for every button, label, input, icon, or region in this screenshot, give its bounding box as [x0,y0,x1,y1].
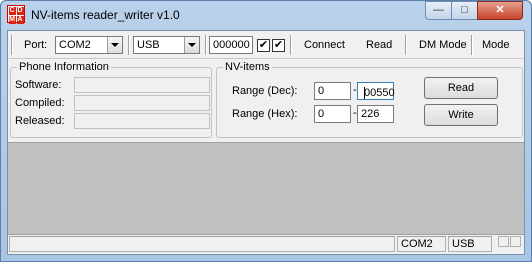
client-area: Port: COM2 USB 000000 ✔ ✔ Connect Read D… [7,30,525,255]
window-title: NV-items reader_writer v1.0 [31,8,180,22]
released-field [74,113,210,129]
port-select[interactable]: COM2 [55,36,123,54]
app-icon-letter: M [8,15,16,24]
output-panel [8,142,524,235]
minimize-icon: — [433,4,444,16]
write-button[interactable]: Write [424,104,498,126]
range-dec-to-text: 00550 [364,87,395,99]
app-icon-letter: A [16,15,24,24]
nv-items-group: NV-items Range (Dec): 0 - 00550 Range (H… [216,61,523,138]
compiled-field [74,95,210,111]
range-dec-to-input[interactable]: 00550 [357,82,395,100]
code-input[interactable]: 000000 [209,36,253,54]
status-port-pane: COM2 [397,236,446,252]
maximize-icon: □ [461,4,468,16]
toolbar-separator [128,35,130,55]
status-mode: USB [452,238,475,250]
dm-mode-button[interactable]: DM Mode [419,39,467,51]
chevron-down-icon[interactable] [107,37,122,53]
status-message-pane [9,236,395,252]
range-dec-label: Range (Dec): [232,85,298,97]
title-bar[interactable]: C D M A NV-items reader_writer v1.0 — □ … [1,1,531,30]
option-checkbox-1[interactable]: ✔ [257,39,270,52]
option-checkbox-2[interactable]: ✔ [272,39,285,52]
range-dec-from-value: 0 [318,85,325,97]
toolbar-separator [290,35,292,55]
software-label: Software: [15,79,62,91]
close-icon: ✕ [495,4,505,16]
toolbar-separator [11,35,13,55]
range-hex-label: Range (Hex): [232,108,298,120]
range-hex-to-value: 226 [361,108,380,120]
status-bar: COM2 USB [8,234,524,254]
app-window: C D M A NV-items reader_writer v1.0 — □ … [0,0,532,262]
toolbar-separator [471,35,473,55]
code-input-value: 000000 [213,39,250,51]
chevron-down-icon[interactable] [184,37,199,53]
status-indicator [498,236,509,247]
range-hex-from-value: 0 [318,108,325,120]
app-icon-letter: C [8,6,16,15]
connect-button[interactable]: Connect [304,39,345,51]
toolbar-separator [405,35,407,55]
nv-items-title: NV-items [223,61,272,73]
software-field [74,77,210,93]
check-icon: ✔ [273,39,284,51]
status-mode-pane: USB [448,236,492,252]
maximize-button[interactable]: □ [451,1,478,20]
released-label: Released: [15,115,65,127]
phone-information-group: Phone Information Software: Compiled: Re… [10,61,212,138]
status-indicator [510,236,521,247]
minimize-button[interactable]: — [425,1,452,20]
port-select-value: COM2 [59,39,91,51]
toolbar-separator [205,35,207,55]
close-button[interactable]: ✕ [477,1,523,20]
read-button[interactable]: Read [424,77,498,99]
check-icon: ✔ [258,39,269,51]
read-toolbar-button[interactable]: Read [366,39,392,51]
phone-information-title: Phone Information [17,61,111,73]
compiled-label: Compiled: [15,97,65,109]
range-dec-from-input[interactable]: 0 [314,82,351,100]
status-port: COM2 [401,238,433,250]
text-caret [364,87,365,99]
range-hex-to-input[interactable]: 226 [357,105,394,123]
toolbar: Port: COM2 USB 000000 ✔ ✔ Connect Read D… [9,32,523,59]
mode-select-value: USB [137,39,160,51]
app-icon-letter: D [16,6,24,15]
port-label: Port: [24,39,48,51]
app-icon: C D M A [7,5,25,24]
mode-button[interactable]: Mode [482,39,510,51]
mode-select[interactable]: USB [133,36,200,54]
range-hex-from-input[interactable]: 0 [314,105,351,123]
